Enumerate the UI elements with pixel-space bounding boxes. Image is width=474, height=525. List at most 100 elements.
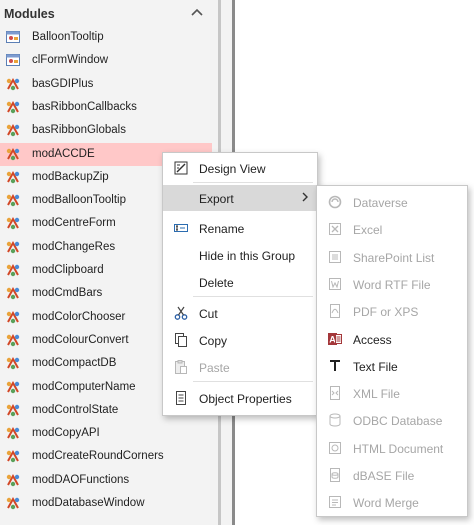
nav-item-label: modControlState [32,403,119,416]
export-item-odbc-database[interactable]: ODBC Database [317,406,467,433]
menu-separator [193,296,313,297]
export-submenu: Dataverse Excel SharePoint List Word RTF Fi… [316,185,468,517]
module-icon [6,380,20,393]
class-module-icon [6,31,20,43]
module-icon [6,240,20,253]
nav-item-label: modClipboard [32,264,104,276]
dbase-icon [330,468,340,482]
export-item-label: Dataverse [353,196,408,210]
menu-item-label: Delete [199,276,234,290]
module-icon [6,403,20,416]
menu-item-design-view[interactable]: Design View [163,155,317,181]
nav-item[interactable]: basRibbonGlobals [0,119,212,142]
export-item-xml-file[interactable]: XML File [317,379,467,406]
export-item-label: ODBC Database [353,414,443,429]
module-icon [6,124,20,137]
xml-icon [330,386,340,401]
pdf-icon [330,304,340,319]
export-item-access[interactable]: A Access [317,325,467,352]
module-icon [6,170,20,183]
menu-item-label: Cut [199,307,218,321]
text-file-icon [330,359,340,371]
nav-item[interactable]: basGDIPlus [0,73,212,96]
export-item-word-merge[interactable]: Word Merge [317,488,467,515]
export-item-label: Word RTF File [353,277,431,292]
odbc-icon [329,413,341,427]
excel-icon [329,223,341,236]
class-module-icon [6,54,20,67]
menu-item-label: Design View [199,162,266,176]
export-item-pdf-or-xps[interactable]: PDF or XPS [317,297,467,324]
menu-item-label: Object Properties [199,392,292,406]
properties-icon [176,391,186,405]
menu-item-paste[interactable]: Paste [163,354,317,380]
module-icon [6,263,20,277]
nav-item-label: modCmdBars [32,287,103,300]
copy-icon [175,333,187,347]
menu-item-label: Export [199,192,234,206]
export-item-label: Excel [353,223,383,238]
module-icon [6,357,20,370]
menu-item-label: Rename [199,222,245,236]
nav-item[interactable]: clFormWindow [0,49,212,72]
menu-item-export[interactable]: Export [163,185,317,211]
nav-item-label: modBalloonTooltip [32,194,126,207]
paste-icon [175,360,187,374]
export-item-label: PDF or XPS [353,305,419,320]
export-item-label: Text File [353,359,398,374]
nav-item-label: modDAOFunctions [32,473,130,486]
word-merge-icon [329,496,341,509]
module-icon [6,100,20,114]
nav-item-label: modComputerName [32,380,136,393]
nav-item[interactable]: BalloonTooltip [0,26,212,49]
nav-item[interactable]: modCreateRoundCorners [0,445,212,468]
nav-item-label: modChangeRes [32,240,116,253]
design-view-icon [174,161,188,175]
nav-item-label: modDatabaseWindow [32,497,145,509]
nav-item-label: modACCDE [32,147,95,160]
export-item-sharepoint-list[interactable]: SharePoint List [317,243,467,270]
scissors-icon [174,306,188,320]
chevron-up-icon[interactable] [188,4,206,22]
export-item-excel[interactable]: Excel [317,215,467,242]
menu-item-hide-in-this-group[interactable]: Hide in this Group [163,242,317,268]
menu-item-label: Hide in this Group [199,249,296,263]
module-icon [6,427,20,440]
nav-item-label: modColorChooser [32,310,126,323]
export-item-label: Access [353,332,392,347]
context-menu: Design View Export Rename Hide in this Grou… [162,152,318,416]
nav-item-label: clFormWindow [32,54,109,67]
nav-group-title: Modules [4,7,55,21]
menu-separator [193,182,313,183]
export-item-text-file[interactable]: Text File [317,352,467,379]
export-item-html-document[interactable]: HTML Document [317,434,467,461]
nav-item-label: basRibbonGlobals [32,124,126,137]
nav-item[interactable]: modDAOFunctions [0,469,212,492]
menu-item-label: Copy [199,334,228,348]
export-item-label: dBASE File [353,469,415,483]
export-item-word-rtf-file[interactable]: Word RTF File [317,270,467,297]
export-item-dbase-file[interactable]: dBASE File [317,461,467,488]
menu-item-delete[interactable]: Delete [163,269,317,295]
nav-item-label: modCentreForm [32,217,116,230]
menu-item-cut[interactable]: Cut [163,300,317,326]
menu-item-object-properties[interactable]: Object Properties [163,385,317,411]
module-icon [6,147,20,160]
word-icon [329,277,341,290]
nav-item-label: modBackupZip [32,170,109,183]
nav-item-label: modCompactDB [32,357,117,370]
nav-group-header[interactable]: Modules [0,0,212,26]
module-icon [6,310,20,323]
export-item-dataverse[interactable]: Dataverse [317,188,467,215]
module-icon [6,194,20,207]
menu-item-copy[interactable]: Copy [163,327,317,353]
menu-item-rename[interactable]: Rename [163,215,317,241]
nav-item[interactable]: modCopyAPI [0,422,212,445]
module-icon [6,450,20,463]
nav-item-label: basGDIPlus [32,77,94,90]
module-icon [6,77,20,90]
nav-item[interactable]: modDatabaseWindow [0,492,212,515]
nav-item-label: modColourConvert [32,333,129,346]
nav-item[interactable]: basRibbonCallbacks [0,96,212,119]
export-item-label: Word Merge [353,496,419,511]
